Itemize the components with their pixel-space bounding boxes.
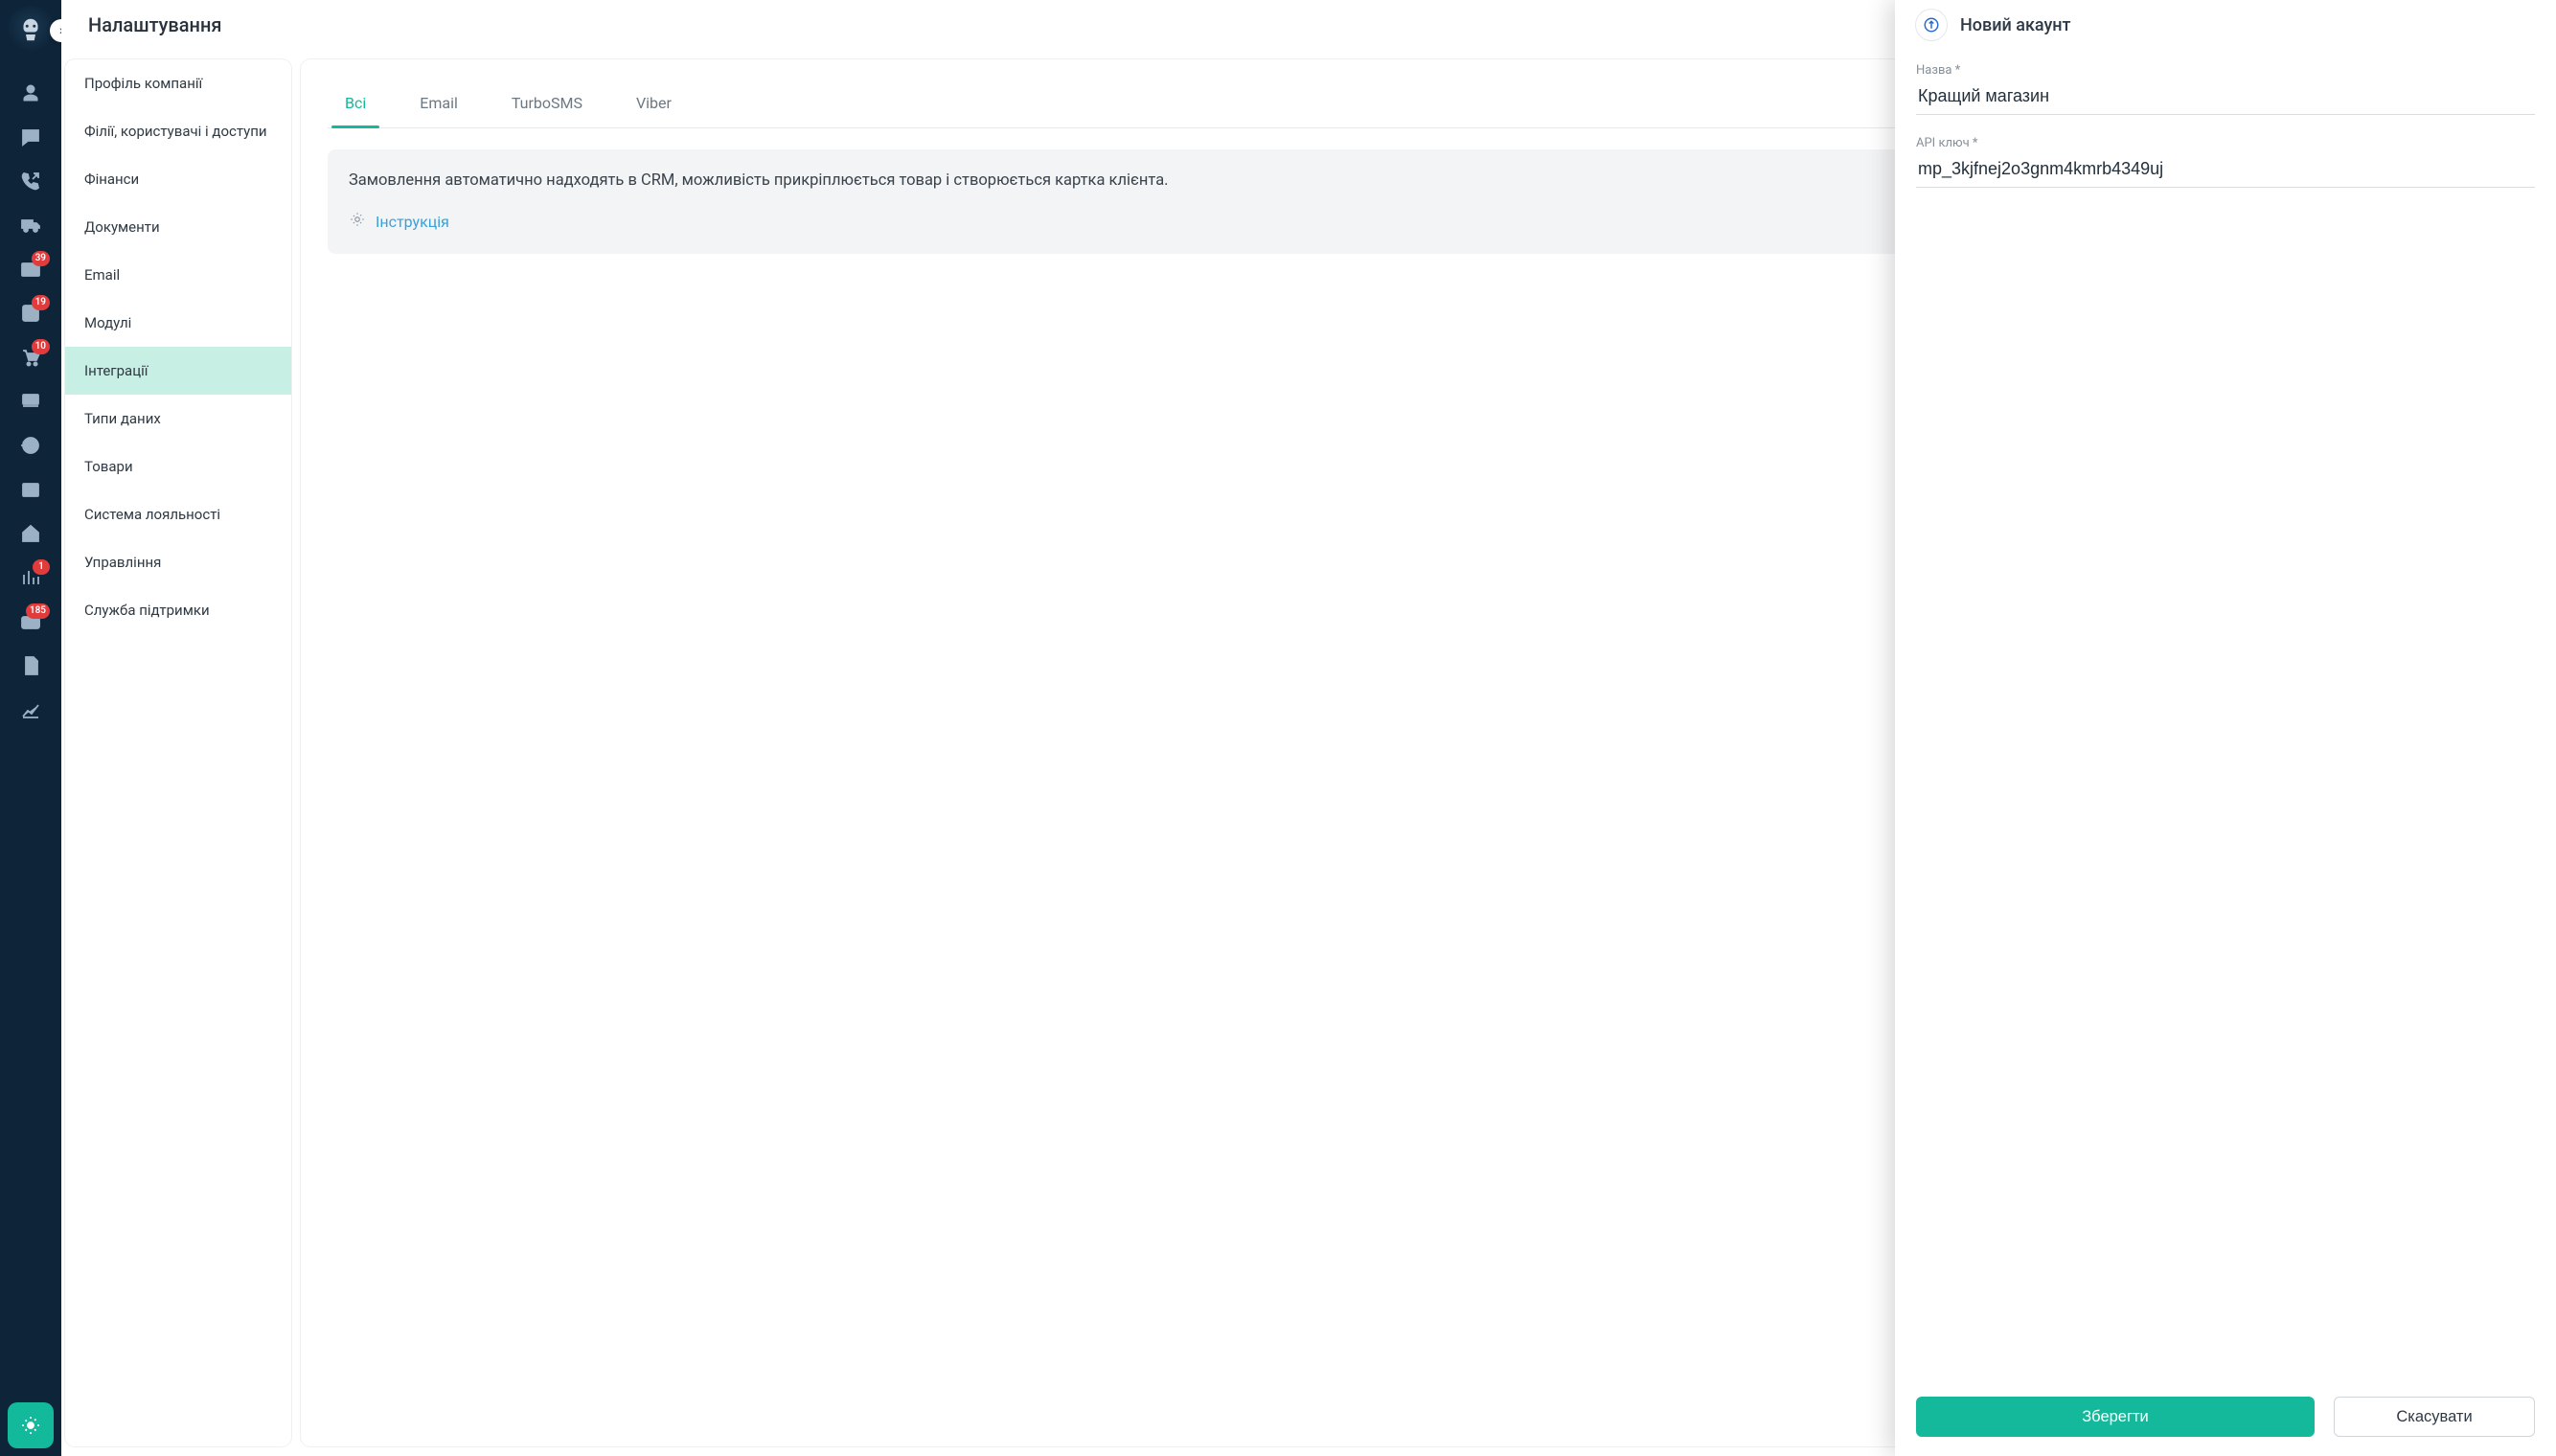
rail-contacts[interactable]	[0, 71, 61, 115]
api-key-label: API ключ *	[1916, 136, 2535, 150]
tab-viber[interactable]: Viber	[628, 80, 679, 127]
new-account-drawer: Новий акаунт Назва * API ключ * Зберегти…	[1895, 0, 2556, 1456]
instruction-label: Інструкція	[376, 211, 449, 235]
settings-nav: Профіль компанії Філії, користувачі і до…	[65, 59, 291, 1446]
tab-all[interactable]: Всі	[337, 80, 374, 127]
rail-mail-badge: 39	[32, 251, 50, 266]
rail-messages[interactable]	[0, 115, 61, 159]
icon-rail: › 39 19 10	[0, 0, 61, 1456]
nav-data-types[interactable]: Типи даних	[65, 395, 291, 443]
nav-products[interactable]: Товари	[65, 443, 291, 490]
tab-email[interactable]: Email	[412, 80, 466, 127]
nav-finance[interactable]: Фінанси	[65, 155, 291, 203]
rail-shipping[interactable]	[0, 203, 61, 247]
rail-pos[interactable]	[0, 379, 61, 423]
rail-mail[interactable]: 39	[0, 247, 61, 291]
api-key-input[interactable]	[1916, 155, 2535, 188]
drawer-title: Новий акаунт	[1960, 15, 2071, 35]
drawer-header: Новий акаунт	[1895, 0, 2556, 50]
rail-inbox[interactable]	[0, 467, 61, 512]
nav-loyalty[interactable]: Система лояльності	[65, 490, 291, 538]
drawer-footer: Зберегти Скасувати	[1895, 1381, 2556, 1456]
name-label: Назва *	[1916, 63, 2535, 78]
nav-email[interactable]: Email	[65, 251, 291, 299]
cancel-button[interactable]: Скасувати	[2334, 1397, 2535, 1437]
settings-title: Налаштування	[88, 13, 221, 36]
nav-modules[interactable]: Модулі	[65, 299, 291, 347]
rail-docs[interactable]	[0, 644, 61, 688]
drawer-body: Назва * API ключ *	[1895, 50, 2556, 1381]
nav-support[interactable]: Служба підтримки	[65, 586, 291, 634]
gear-icon	[349, 211, 366, 236]
nav-integrations[interactable]: Інтеграції	[65, 347, 291, 395]
tab-turbosms[interactable]: TurboSMS	[504, 80, 590, 127]
rail-settings[interactable]	[8, 1402, 54, 1448]
rail-cart[interactable]: 10	[0, 335, 61, 379]
nav-documents[interactable]: Документи	[65, 203, 291, 251]
rail-stats-badge: 1	[33, 559, 50, 575]
rail-cart-badge: 10	[32, 339, 50, 354]
rail-calls[interactable]	[0, 159, 61, 203]
rail-edit-badge: 19	[32, 295, 50, 310]
save-button[interactable]: Зберегти	[1916, 1397, 2315, 1437]
app-logo[interactable]	[7, 6, 55, 54]
rail-stats[interactable]: 1	[0, 556, 61, 600]
rail-history[interactable]	[0, 423, 61, 467]
name-input[interactable]	[1916, 82, 2535, 115]
field-api-key: API ключ *	[1916, 136, 2535, 188]
rail-wallet[interactable]: 185	[0, 600, 61, 644]
rail-analytics[interactable]	[0, 688, 61, 732]
nav-company-profile[interactable]: Профіль компанії	[65, 59, 291, 107]
nav-management[interactable]: Управління	[65, 538, 291, 586]
field-name: Назва *	[1916, 63, 2535, 115]
integration-logo-icon	[1916, 10, 1947, 40]
nav-branches-users[interactable]: Філії, користувачі і доступи	[65, 107, 291, 155]
rail-edit[interactable]: 19	[0, 291, 61, 335]
rail-wallet-badge: 185	[26, 603, 50, 619]
rail-home[interactable]	[0, 512, 61, 556]
